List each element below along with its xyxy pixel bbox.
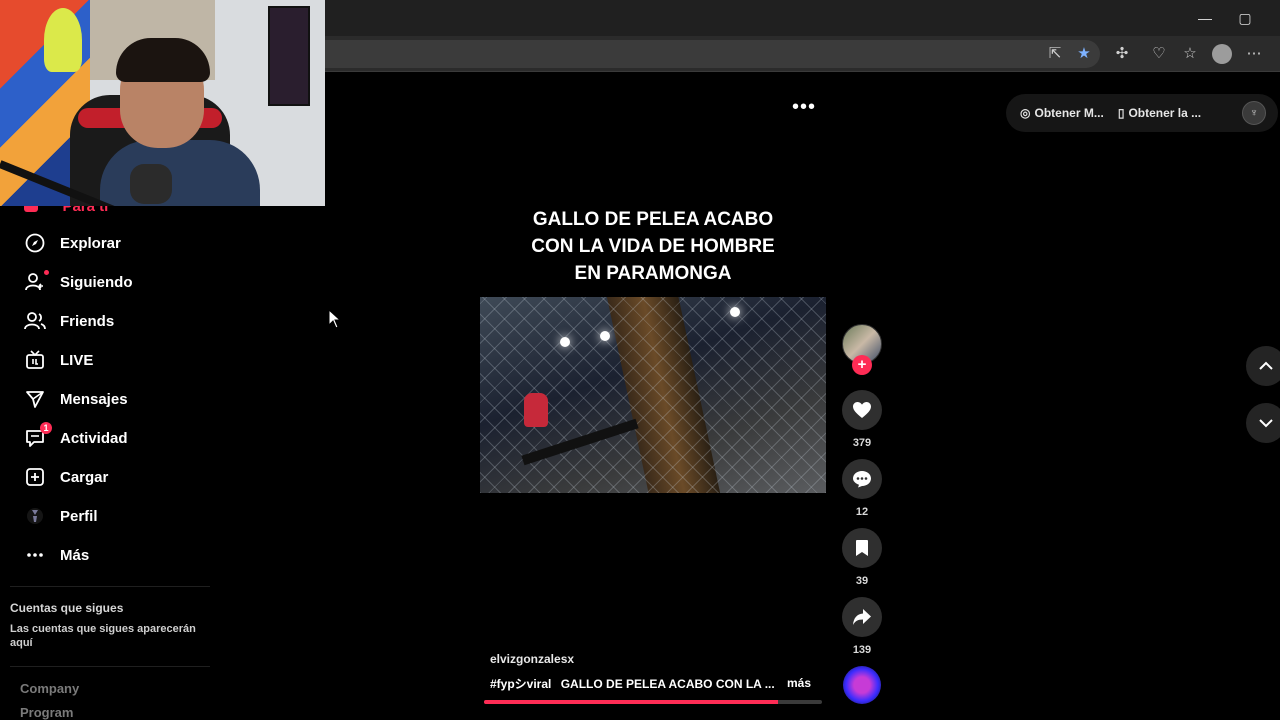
more-icon[interactable]: ⋯	[1244, 44, 1264, 64]
video-player[interactable]	[480, 297, 826, 493]
maximize-button[interactable]: ▢	[1235, 8, 1255, 28]
share-button[interactable]	[842, 597, 882, 637]
share-icon	[853, 609, 871, 625]
footer-link-company[interactable]: Company	[20, 681, 79, 696]
notification-dot	[44, 270, 49, 275]
sidebar-item-live[interactable]: LIVE	[24, 345, 214, 375]
comment-button[interactable]	[842, 459, 882, 499]
follow-plus-icon[interactable]: +	[852, 355, 872, 375]
next-video-button[interactable]	[1246, 403, 1280, 443]
extensions-icon[interactable]: ✣	[1112, 44, 1132, 64]
sidebar-item-label: Friends	[60, 312, 115, 330]
favorite-star-icon[interactable]: ★	[1074, 44, 1094, 64]
get-device-app-button[interactable]: ▯ Obtener la ...	[1118, 106, 1201, 120]
webcam-person-hair	[116, 38, 210, 82]
divider	[10, 666, 210, 667]
comment-count: 12	[855, 506, 869, 518]
chevron-down-icon	[1259, 419, 1273, 428]
live-tv-icon	[24, 349, 46, 371]
sidebar-item-explorar[interactable]: Explorar	[24, 228, 214, 258]
activity-badge: 1	[40, 422, 52, 434]
get-app-button[interactable]: ◎ Obtener M...	[1020, 106, 1104, 120]
mouse-cursor-icon	[328, 309, 342, 329]
more-dots-icon	[24, 544, 46, 566]
caption-more-link[interactable]: más	[787, 676, 811, 690]
address-bar[interactable]	[300, 40, 1100, 68]
sidebar-item-label: LIVE	[60, 351, 94, 369]
activity-icon: 1	[24, 422, 52, 449]
video-options-icon[interactable]: •••	[792, 96, 816, 119]
save-count: 39	[855, 575, 869, 587]
video-title-line: GALLO DE PELEA ACABO	[532, 209, 774, 230]
video-progress-bar[interactable]	[484, 700, 822, 704]
video-caption-text: GALLO DE PELEA ACABO CON LA ...	[560, 677, 775, 691]
minimize-button[interactable]: —	[1195, 8, 1215, 28]
app-icon: ◎	[1020, 106, 1031, 120]
sidebar-item-mensajes[interactable]: Mensajes	[24, 384, 214, 414]
video-caption: #fypシviral GALLO DE PELEA ACABO CON LA .…	[490, 675, 775, 692]
friends-icon	[24, 310, 46, 332]
sidebar-item-label: Siguiendo	[60, 273, 133, 291]
sidebar-item-perfil[interactable]: Perfil	[24, 501, 214, 531]
profile-icon[interactable]	[1212, 44, 1232, 64]
following-icon	[24, 270, 49, 293]
sidebar-item-cargar[interactable]: Cargar	[24, 462, 214, 492]
like-count: 379	[852, 437, 872, 449]
sidebar-item-mas[interactable]: Más	[24, 540, 214, 570]
webcam-person-body	[100, 140, 260, 206]
webcam-mascot	[44, 8, 82, 72]
share-count: 139	[852, 644, 872, 656]
sidebar-item-actividad[interactable]: 1 Actividad	[24, 422, 214, 453]
bookmark-icon	[856, 540, 868, 556]
sidebar-item-label: Perfil	[60, 507, 98, 525]
previous-video-button[interactable]	[1246, 346, 1280, 386]
upload-icon	[24, 466, 46, 488]
webcam-overlay	[0, 0, 325, 206]
open-in-new-icon[interactable]: ⇱	[1045, 44, 1065, 64]
sidebar-item-friends[interactable]: Friends	[24, 306, 214, 336]
webcam-poster	[268, 6, 310, 106]
video-scene-light	[600, 331, 610, 341]
video-title-line: CON LA VIDA DE HOMBRE	[531, 236, 775, 257]
messages-icon	[24, 388, 46, 410]
following-section-desc: Las cuentas que sigues aparecerán aquí	[10, 623, 196, 649]
sidebar-item-siguiendo[interactable]: Siguiendo	[24, 267, 214, 297]
video-scene-light	[560, 337, 570, 347]
video-scene-person	[524, 393, 548, 427]
like-button[interactable]	[842, 390, 882, 430]
divider	[10, 586, 210, 587]
top-actions-bar: ◎ Obtener M... ▯ Obtener la ... ♆	[1006, 94, 1278, 132]
comment-icon	[853, 471, 871, 488]
phone-icon: ▯	[1117, 106, 1125, 120]
compass-icon	[24, 232, 46, 254]
video-scene-light	[730, 307, 740, 317]
save-button[interactable]	[842, 528, 882, 568]
heart-icon	[853, 402, 871, 418]
footer-link-program[interactable]: Program	[20, 705, 73, 720]
chevron-up-icon	[1259, 361, 1273, 370]
video-title-line: EN PARAMONGA	[574, 263, 732, 284]
user-avatar[interactable]: ♆	[1242, 101, 1266, 125]
video-progress-fill	[484, 700, 779, 704]
profile-icon	[24, 505, 46, 527]
following-section-title: Cuentas que sigues	[10, 601, 124, 615]
video-username[interactable]: elvizgonzalesx	[490, 652, 574, 666]
sidebar-item-label: Actividad	[60, 429, 128, 447]
get-device-label: Obtener la ...	[1128, 106, 1202, 120]
sidebar-item-label: Más	[60, 546, 90, 564]
sidebar: Para ti Explorar Siguiendo Friends LIVE …	[0, 198, 220, 720]
music-disc-icon[interactable]	[843, 666, 881, 704]
favorites-icon[interactable]: ☆	[1180, 44, 1200, 64]
video-hashtag[interactable]: #fypシviral	[490, 677, 551, 691]
sidebar-item-label: Explorar	[60, 234, 121, 252]
sidebar-item-label: Cargar	[60, 468, 109, 486]
performance-icon[interactable]: ♡	[1149, 44, 1169, 64]
sidebar-item-label: Mensajes	[60, 390, 128, 408]
video-title: GALLO DE PELEA ACABO CON LA VIDA DE HOMB…	[480, 206, 826, 287]
get-app-label: Obtener M...	[1034, 106, 1104, 120]
webcam-microphone	[130, 164, 172, 204]
